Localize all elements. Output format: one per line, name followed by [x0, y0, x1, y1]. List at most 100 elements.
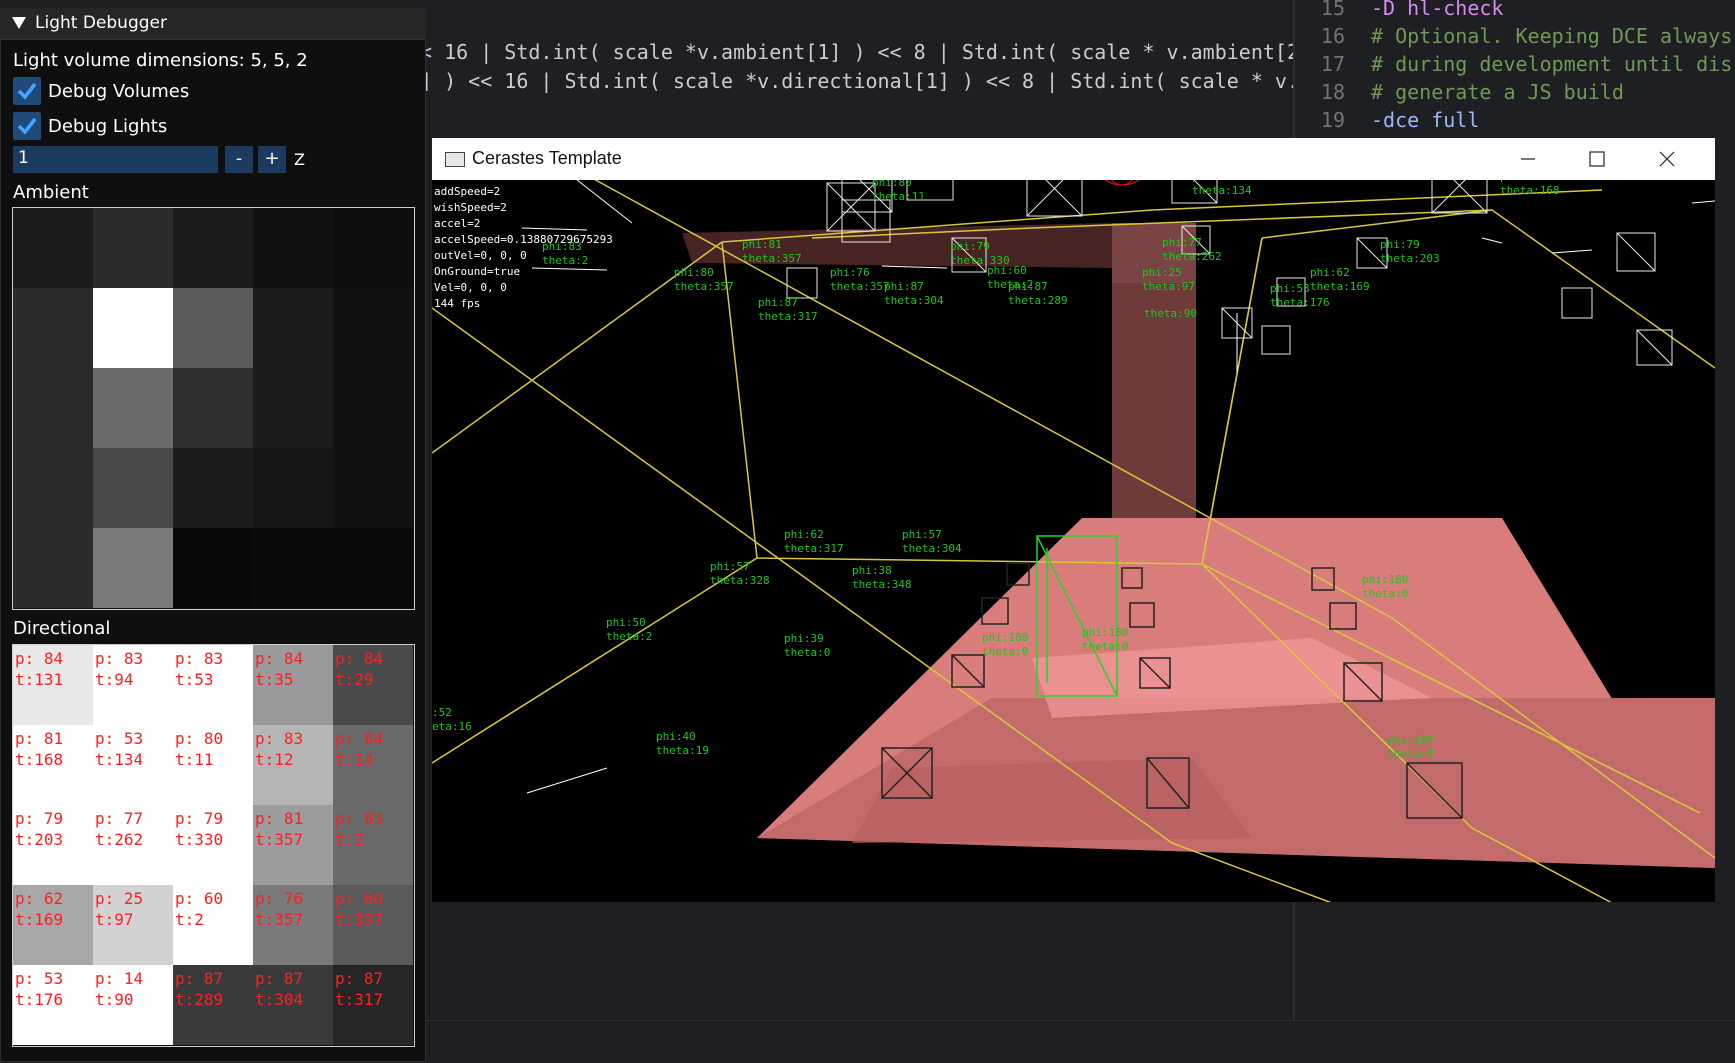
hud-line: accelSpeed=0.13880729675293: [434, 233, 613, 246]
directional-cell: p: 79 t:203: [13, 805, 93, 885]
light-phi-label: phi:180: [1387, 733, 1433, 746]
theta-value: t:2: [175, 910, 204, 929]
directional-cell: p: 83 t:94: [93, 645, 173, 725]
light-phi-label: phi:25: [1142, 266, 1182, 279]
hud-line: accel=2: [434, 217, 481, 230]
light-phi-label: phi:80: [674, 266, 714, 279]
maximize-icon: [1589, 151, 1605, 167]
z-increment-button[interactable]: +: [258, 146, 286, 173]
light-phi-label: phi:180: [1082, 626, 1128, 639]
light-theta-label: theta:97: [1142, 280, 1195, 293]
light-phi-label: phi:79: [1380, 238, 1420, 251]
ambient-cell: [253, 528, 333, 608]
directional-cell: p: 79 t:330: [173, 805, 253, 885]
ambient-cell: [93, 368, 173, 448]
theta-value: t:94: [95, 670, 134, 689]
code-line: < 16 | Std.int( scale *v.ambient[1] ) <<…: [420, 40, 1312, 64]
ambient-cell: [333, 448, 413, 528]
theta-value: t:357: [255, 910, 304, 929]
close-button[interactable]: [1632, 138, 1702, 180]
theta-value: t:12: [255, 750, 294, 769]
directional-cell: p: 25 t:97: [93, 885, 173, 965]
phi-value: p: 87: [335, 969, 384, 988]
phi-value: p: 25: [95, 889, 144, 908]
ambient-cell: [333, 368, 413, 448]
light-theta-label: theta:0: [784, 646, 830, 659]
phi-value: p: 79: [15, 809, 64, 828]
ambient-cell: [93, 528, 173, 608]
light-phi-label: phi:77: [1162, 236, 1202, 249]
light-theta-label: theta:19: [656, 744, 709, 757]
ambient-cell: [253, 208, 333, 288]
minimize-button[interactable]: [1492, 138, 1562, 180]
phi-value: p: 83: [255, 729, 304, 748]
theta-value: t:176: [15, 990, 64, 1009]
light-theta-label: theta:168: [1500, 184, 1560, 197]
debug-lights-checkbox[interactable]: [13, 112, 41, 140]
theta-value: t:304: [255, 990, 304, 1009]
ambient-cell: [253, 368, 333, 448]
minimize-icon: [1521, 158, 1535, 160]
hud-line: 144 fps: [434, 297, 481, 310]
directional-cell: p: 80 t:11: [173, 725, 253, 805]
directional-cell: p: 83 t:53: [173, 645, 253, 725]
light-phi-label: phi:76: [830, 266, 870, 279]
ambient-cell: [173, 528, 253, 608]
ambient-cell: [13, 528, 93, 608]
phi-value: p: 80: [175, 729, 224, 748]
phi-value: p: 84: [15, 649, 64, 668]
light-phi-label: phi:87: [758, 296, 798, 309]
ambient-title: Ambient: [13, 182, 89, 203]
ambient-cell: [93, 208, 173, 288]
ambient-grid: [12, 207, 415, 610]
ambient-cell: [333, 208, 413, 288]
light-theta-label: theta:0: [1387, 747, 1433, 760]
phi-value: p: 84: [255, 649, 304, 668]
ambient-cell: [173, 368, 253, 448]
ambient-cell: [93, 448, 173, 528]
phi-value: p: 60: [175, 889, 224, 908]
light-theta-label: theta:134: [1192, 184, 1252, 197]
z-slice-input[interactable]: 1: [13, 146, 218, 173]
light-theta-label: theta:203: [1380, 252, 1440, 265]
ambient-cell: [173, 208, 253, 288]
theta-value: t:134: [95, 750, 144, 769]
ambient-cell: [93, 288, 173, 368]
ambient-cell: [253, 448, 333, 528]
directional-cell: p: 77 t:262: [93, 805, 173, 885]
collapse-triangle-icon[interactable]: [12, 17, 26, 29]
game-window-titlebar[interactable]: Cerastes Template: [432, 138, 1715, 180]
ambient-cell: [13, 288, 93, 368]
theta-value: t:29: [335, 670, 374, 689]
game-viewport[interactable]: phi:80theta:12phi:83theta:2phi:80theta:1…: [432, 138, 1715, 902]
directional-cell: p: 53 t:176: [13, 965, 93, 1045]
light-theta-label: theta:317: [758, 310, 818, 323]
volume-dimensions-label: Light volume dimensions: 5, 5, 2: [13, 50, 308, 71]
directional-cell: p: 53 t:134: [93, 725, 173, 805]
z-decrement-button[interactable]: -: [225, 146, 253, 173]
debug-lights-label: Debug Lights: [48, 116, 168, 137]
directional-cell: p: 62 t:169: [13, 885, 93, 965]
theta-value: t:330: [175, 830, 224, 849]
light-phi-label: phi:40: [656, 730, 696, 743]
ambient-cell: [253, 288, 333, 368]
directional-cell: p: 14 t:90: [93, 965, 173, 1045]
panel-titlebar[interactable]: Light Debugger: [0, 8, 426, 40]
debug-volumes-checkbox[interactable]: [13, 77, 41, 105]
theta-value: t:168: [15, 750, 64, 769]
light-theta-label: theta:0: [1082, 640, 1128, 653]
light-phi-label: phi:79: [950, 240, 990, 253]
ambient-cell: [333, 528, 413, 608]
directional-cell: p: 84 t:29: [333, 645, 413, 725]
theta-value: t:203: [15, 830, 64, 849]
theta-value: t:35: [255, 670, 294, 689]
checkmark-icon: [17, 82, 37, 100]
directional-cell: p: 81 t:168: [13, 725, 93, 805]
panel-title: Light Debugger: [35, 13, 167, 33]
maximize-button[interactable]: [1562, 138, 1632, 180]
light-theta-label: theta:169: [1310, 280, 1370, 293]
app-icon: [445, 152, 465, 167]
directional-cell: p: 84 t:14: [333, 725, 413, 805]
debug-volumes-label: Debug Volumes: [48, 81, 190, 102]
directional-cell: p: 81 t:357: [253, 805, 333, 885]
